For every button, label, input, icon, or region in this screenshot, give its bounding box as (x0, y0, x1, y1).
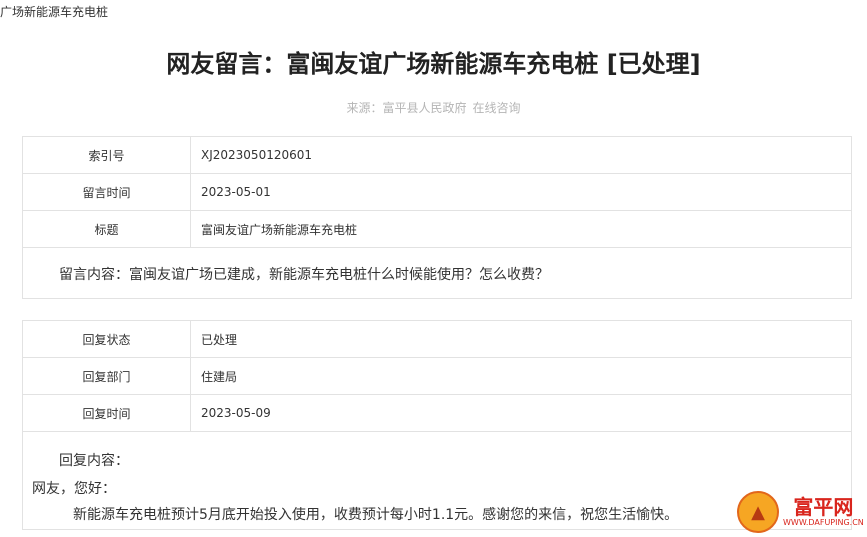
row-value: 2023-05-01 (201, 185, 271, 199)
page-title: 网友留言：富闽友谊广场新能源车充电桩 [已处理] (166, 50, 701, 78)
row-value: 已处理 (201, 332, 238, 347)
table-row: 标题 富闽友谊广场新能源车充电桩 (23, 211, 851, 248)
reply-table: 回复状态 已处理 回复部门 住建局 回复时间 2023-05-09 回复内容： … (22, 320, 852, 530)
message-content: 留言内容：富闽友谊广场已建成，新能源车充电桩什么时候能使用？怎么收费？ (59, 267, 549, 283)
message-table: 索引号 XJ2023050120601 留言时间 2023-05-01 标题 富… (22, 136, 852, 299)
logo-en: WWW.DAFUPING.CN (783, 518, 864, 527)
row-key: 回复时间 (23, 395, 191, 431)
row-key: 回复部门 (23, 358, 191, 394)
source-line: 来源：富平县人民政府 在线咨询 (0, 99, 867, 116)
breadcrumb: 广场新能源车充电桩 (0, 5, 109, 19)
table-row: 回复部门 住建局 (23, 358, 851, 395)
row-key: 索引号 (23, 137, 191, 173)
logo-cn: 富平网 (793, 495, 854, 519)
site-logo[interactable]: ▲ 富平网 WWW.DAFUPING.CN (737, 491, 864, 533)
row-key: 留言时间 (23, 174, 191, 210)
table-row: 留言时间 2023-05-01 (23, 174, 851, 211)
row-value: 富闽友谊广场新能源车充电桩 (201, 222, 358, 237)
source-label: 来源：富平县人民政府 (346, 101, 467, 115)
reply-content-label: 回复内容： (59, 453, 129, 469)
table-row: 回复时间 2023-05-09 (23, 395, 851, 432)
tower-emblem-icon: ▲ (737, 491, 779, 533)
row-key: 回复状态 (23, 321, 191, 357)
reply-body: 新能源车充电桩预计5月底开始投入使用，收费预计每小时1.1元。感谢您的来信，祝您… (73, 507, 679, 523)
reply-greeting: 网友，您好： (32, 481, 116, 497)
row-value: XJ2023050120601 (201, 148, 313, 162)
online-consult-link[interactable]: 在线咨询 (473, 101, 521, 115)
table-row: 索引号 XJ2023050120601 (23, 137, 851, 174)
row-value: 住建局 (201, 369, 238, 384)
row-value: 2023-05-09 (201, 406, 271, 420)
row-key: 标题 (23, 211, 191, 247)
table-row: 回复状态 已处理 (23, 321, 851, 358)
